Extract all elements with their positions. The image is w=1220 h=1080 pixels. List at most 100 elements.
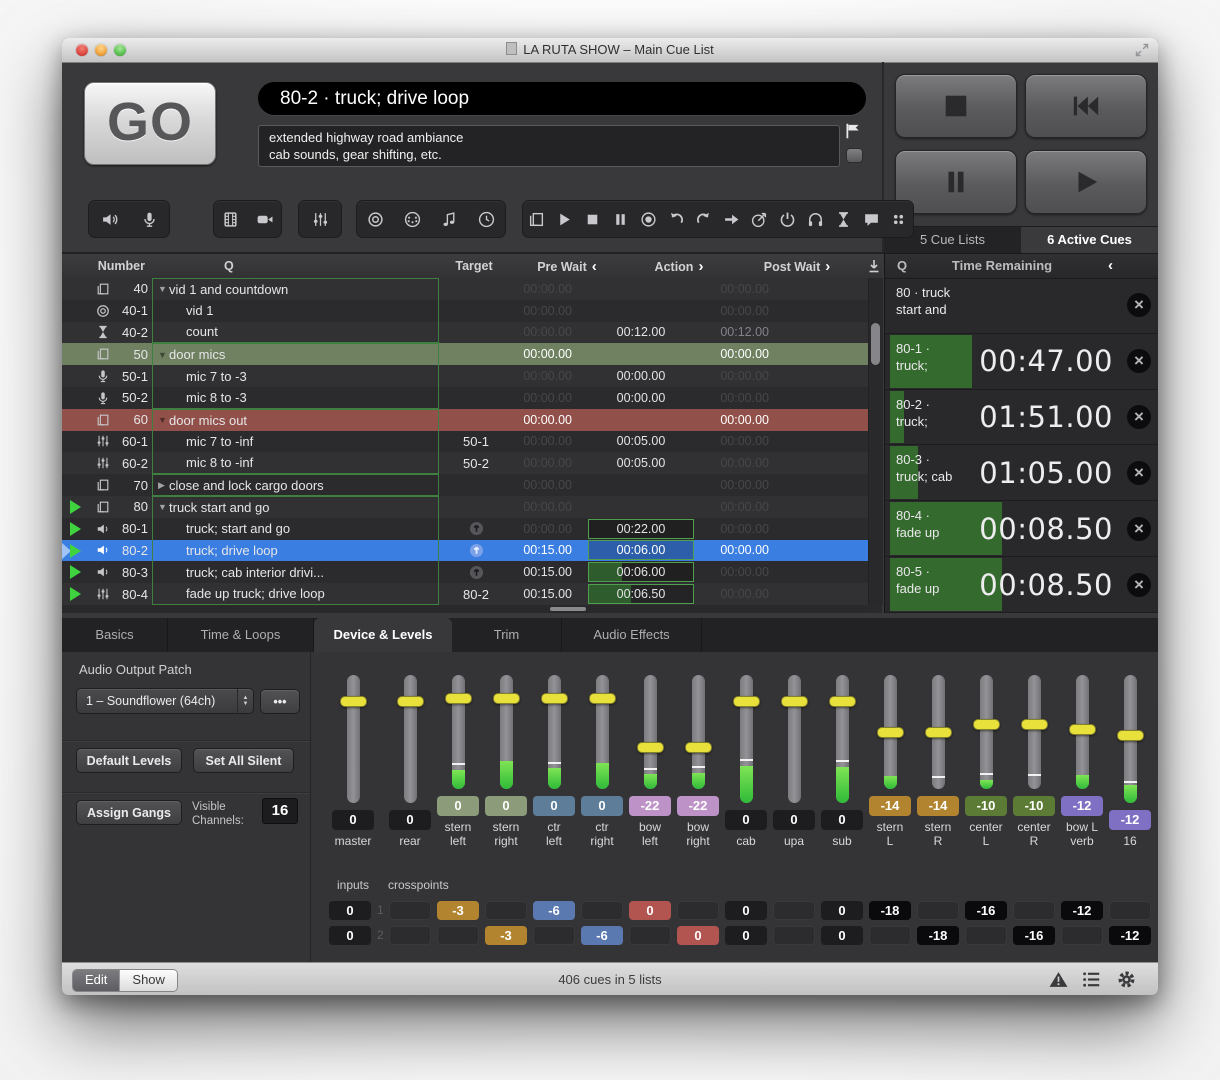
crosspoint-empty-cell[interactable] [629,926,671,945]
pre-wait-value[interactable]: 00:00.00 [523,500,572,514]
crosspoint-master-value[interactable]: 0 [329,901,371,920]
active-cue-row[interactable]: 80 · truckstart and× [885,278,1158,334]
redo-icon[interactable] [695,211,712,228]
cue-name[interactable]: door mics [169,347,225,362]
headphones-icon[interactable] [807,211,824,228]
fader-handle[interactable] [877,727,904,738]
fader-track[interactable] [788,675,801,803]
crosspoint-empty-cell[interactable] [1061,926,1103,945]
action-value[interactable]: 00:00.00 [617,391,666,405]
fader-handle[interactable] [589,693,616,704]
channel-level-value[interactable]: 0 [485,796,527,816]
pre-wait-value[interactable]: 00:15.00 [523,565,572,579]
crosspoint-empty-cell[interactable] [389,926,431,945]
active-header-time-remaining[interactable]: Time Remaining [885,254,1119,278]
pre-wait-value[interactable]: 00:00.00 [523,456,572,470]
fader-handle[interactable] [829,696,856,707]
fullscreen-icon[interactable] [1134,42,1150,58]
disclosure-triangle[interactable]: ▼ [158,415,167,425]
fader-handle[interactable] [637,742,664,753]
flag-toggle-button[interactable] [846,148,863,163]
crosspoint-empty-cell[interactable] [965,926,1007,945]
fader-track[interactable] [548,675,561,789]
midi-icon[interactable] [404,211,421,228]
record-icon[interactable] [640,211,657,228]
stop-cue-button[interactable]: × [1127,349,1151,373]
cue-name[interactable]: count [186,324,218,339]
channel-level-value[interactable]: -10 [1013,796,1055,816]
channel-level-value[interactable]: 0 [389,810,431,830]
channel-level-value[interactable]: -12 [1109,810,1151,830]
cue-row-60-2[interactable]: 60-2mic 8 to -inf50-200:00.0000:05.0000:… [62,452,868,474]
cue-name[interactable]: truck; start and go [186,521,290,536]
fader-handle[interactable] [685,742,712,753]
pre-wait-value[interactable]: 00:15.00 [523,543,572,557]
dots-icon[interactable] [890,211,907,228]
post-wait-value[interactable]: 00:00.00 [720,347,769,361]
cue-row-80-1[interactable]: 80-1truck; start and go00:00.0000:22.000… [62,518,868,540]
fader-handle[interactable] [340,696,367,707]
cue-name[interactable]: truck start and go [169,500,269,515]
stop-icon[interactable] [584,211,601,228]
film-icon[interactable] [222,211,239,228]
stop-cue-button[interactable]: × [1127,405,1151,429]
crosspoint-value[interactable]: -16 [965,901,1007,920]
post-wait-value[interactable]: 00:00.00 [720,456,769,470]
post-wait-value[interactable]: 00:00.00 [720,282,769,296]
pre-wait-value[interactable]: 00:00.00 [523,522,572,536]
pre-wait-value[interactable]: 00:00.00 [523,369,572,383]
tab-audio-effects[interactable]: Audio Effects [562,618,702,652]
tab-device-levels[interactable]: Device & Levels [314,618,452,652]
fader-track[interactable] [500,675,513,789]
action-progress-box[interactable]: 00:06.00 [588,540,694,560]
post-wait-value[interactable]: 00:00.00 [720,369,769,383]
scrollbar-thumb[interactable] [871,323,880,365]
fader-handle[interactable] [541,693,568,704]
post-wait-value[interactable]: 00:00.00 [720,543,769,557]
flag-icon[interactable] [844,122,862,140]
action-value[interactable]: 00:05.00 [617,434,666,448]
cue-row-60-1[interactable]: 60-1mic 7 to -inf50-100:00.0000:05.0000:… [62,431,868,453]
set-all-silent-button[interactable]: Set All Silent [193,748,294,773]
fader-handle[interactable] [493,693,520,704]
channel-level-value[interactable]: -14 [869,796,911,816]
post-wait-value[interactable]: 00:00.00 [720,522,769,536]
post-wait-value[interactable]: 00:00.00 [720,304,769,318]
speaker-icon[interactable] [101,211,118,228]
crosspoint-value[interactable]: -6 [581,926,623,945]
undo-icon[interactable] [668,211,685,228]
pre-wait-value[interactable]: 00:00.00 [523,478,572,492]
target-cue-number[interactable]: 80-2 [439,587,513,602]
cue-notes[interactable]: extended highway road ambiance cab sound… [258,125,840,167]
scroll-to-playhead-icon[interactable] [866,258,882,274]
cue-row-80-2[interactable]: 80-2truck; drive loop00:15.0000:06.0000:… [62,540,868,562]
tab-trim[interactable]: Trim [452,618,562,652]
list-view-icon[interactable] [1082,970,1101,989]
crosspoint-empty-cell[interactable] [533,926,575,945]
fader-track[interactable] [1076,675,1089,789]
disclosure-triangle[interactable]: ▼ [158,502,167,512]
target-file-icon[interactable] [439,521,513,536]
crosspoint-value[interactable]: -18 [869,901,911,920]
crosspoint-value[interactable]: -16 [1013,926,1055,945]
pre-wait-value[interactable]: 00:00.00 [523,325,572,339]
stop-cue-button[interactable]: × [1127,293,1151,317]
crosspoint-value[interactable]: 0 [821,901,863,920]
fader-track[interactable] [932,675,945,789]
cue-row-40-1[interactable]: 40-1vid 100:00.0000:00.00 [62,300,868,322]
active-cue-row[interactable]: 80-3 ·truck; cab01:05.00× [885,445,1158,501]
fader-track[interactable] [836,675,849,803]
cue-row-50[interactable]: 50▼door mics00:00.0000:00.00 [62,343,868,365]
fader-handle[interactable] [397,696,424,707]
cue-name[interactable]: fade up truck; drive loop [186,586,325,601]
fader-handle[interactable] [1021,719,1048,730]
pre-wait-value[interactable]: 00:00.00 [523,434,572,448]
action-progress-box[interactable]: 00:06.00 [588,562,694,582]
crosspoint-empty-cell[interactable] [773,901,815,920]
stop-all-button[interactable] [895,74,1017,138]
clock-icon[interactable] [478,211,495,228]
mic-icon[interactable] [141,211,158,228]
fader-handle[interactable] [781,696,808,707]
channel-level-value[interactable]: -22 [677,796,719,816]
channel-level-value[interactable]: 0 [332,810,374,830]
